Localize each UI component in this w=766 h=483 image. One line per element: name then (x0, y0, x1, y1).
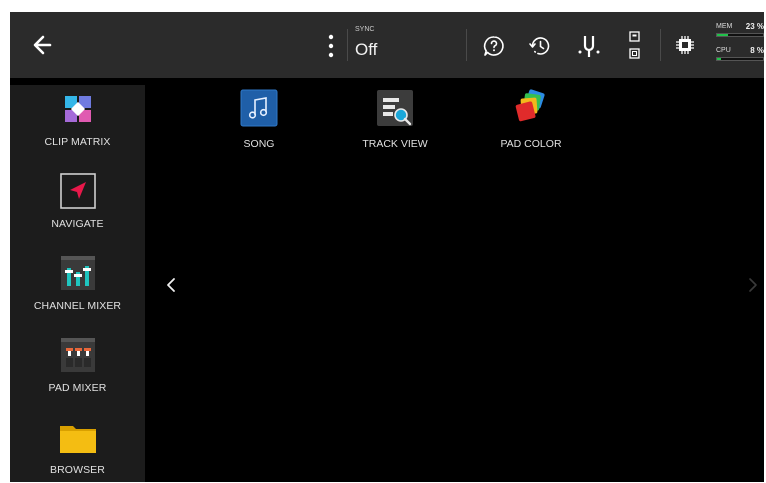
history-icon (529, 37, 550, 55)
sync-control[interactable]: SYNC Off (355, 26, 435, 66)
prev-page-button[interactable] (160, 270, 184, 300)
app-song[interactable]: SONG (204, 89, 314, 169)
layout-toggle-icon (629, 31, 640, 59)
cpu-bar (716, 57, 764, 61)
back-button[interactable] (28, 30, 58, 60)
more-vertical-icon (328, 34, 334, 58)
mem-label: MEM (716, 23, 733, 30)
mem-bar (716, 33, 764, 37)
sidebar-item-channel-mixer[interactable]: CHANNEL MIXER (10, 249, 145, 329)
track-view-icon (377, 90, 413, 126)
sidebar-item-label: PAD MIXER (48, 382, 107, 394)
sync-label: SYNC (355, 26, 375, 33)
app-pad-color[interactable]: PAD COLOR (476, 89, 586, 169)
channel-mixer-icon (60, 256, 95, 290)
sync-value: Off (355, 40, 378, 59)
cpu-label: CPU (716, 47, 731, 54)
separator (660, 29, 661, 61)
app-frame: SYNC Off MEM 23 % CPU 8 % CLIP MATRIX NA… (10, 12, 764, 482)
cpu-bar-fill (717, 58, 721, 60)
clip-matrix-icon (64, 96, 91, 122)
navigate-icon (59, 173, 96, 209)
more-menu-button[interactable] (322, 32, 340, 60)
sidebar: CLIP MATRIX NAVIGATE CHANNEL MIXER PAD M… (10, 85, 145, 482)
app-label: PAD COLOR (500, 138, 562, 150)
separator (347, 29, 348, 61)
chevron-right-icon (749, 278, 757, 292)
undo-history-button[interactable] (528, 34, 552, 58)
help-icon (483, 36, 504, 56)
sidebar-item-browser[interactable]: BROWSER (10, 413, 145, 482)
sidebar-item-navigate[interactable]: NAVIGATE (10, 167, 145, 247)
sidebar-item-pad-mixer[interactable]: PAD MIXER (10, 331, 145, 411)
cpu-value: 8 % (750, 46, 764, 55)
top-bar: SYNC Off MEM 23 % CPU 8 % (10, 12, 764, 78)
sidebar-item-label: CHANNEL MIXER (33, 300, 122, 312)
sidebar-item-label: CLIP MATRIX (44, 136, 111, 148)
app-track-view[interactable]: TRACK VIEW (340, 89, 450, 169)
layout-toggle-button[interactable] (628, 30, 642, 62)
mem-bar-fill (717, 34, 728, 36)
pad-mixer-icon (60, 338, 95, 372)
mem-meter: MEM 23 % (716, 22, 764, 42)
sidebar-item-clip-matrix[interactable]: CLIP MATRIX (10, 85, 145, 165)
song-icon (240, 89, 278, 127)
mem-value: 23 % (745, 22, 764, 31)
next-page-button[interactable] (742, 270, 762, 300)
tuner-icon (578, 36, 600, 57)
help-button[interactable] (482, 34, 506, 58)
separator (466, 29, 467, 61)
cpu-meter: CPU 8 % (716, 46, 764, 66)
chevron-left-icon (167, 278, 175, 292)
tuner-button[interactable] (576, 32, 602, 60)
back-arrow-icon (33, 35, 52, 55)
performance-button[interactable] (674, 34, 696, 56)
folder-icon (59, 426, 96, 453)
app-label: SONG (243, 138, 275, 150)
sidebar-item-label: BROWSER (50, 464, 105, 476)
app-label: TRACK VIEW (362, 138, 428, 150)
pad-color-icon (515, 89, 545, 122)
sidebar-item-label: NAVIGATE (51, 218, 104, 230)
cpu-chip-icon (676, 36, 694, 54)
